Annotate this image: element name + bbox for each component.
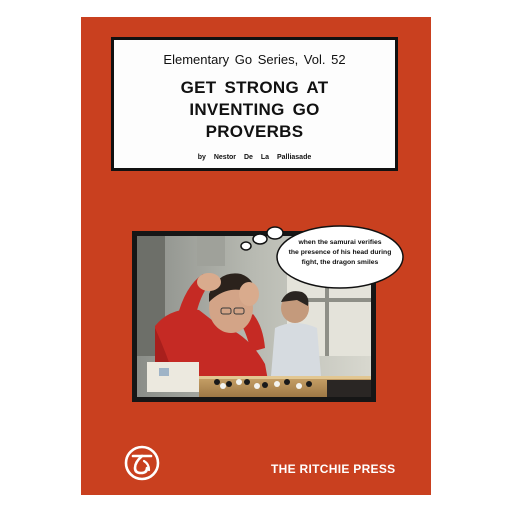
ritchie-press-logo-icon: [124, 445, 160, 481]
series-label: Elementary Go Series, Vol. 52: [163, 52, 346, 67]
speech-line-3: fight, the dragon smiles: [301, 259, 379, 266]
book-title: GET STRONG AT INVENTING GO PROVERBS: [114, 77, 395, 143]
title-line-2: INVENTING GO: [189, 100, 320, 119]
title-line-3: PROVERBS: [205, 122, 304, 141]
speech-line-2: the presence of his head during: [288, 249, 392, 256]
author-byline: by Nestor De La Palliasade: [197, 154, 312, 161]
title-panel: Elementary Go Series, Vol. 52 GET STRONG…: [111, 37, 398, 171]
speech-line-1: when the samurai verifies: [298, 239, 382, 246]
thought-bubble-text: when the samurai verifies the presence o…: [281, 238, 399, 268]
publisher-name: THE RITCHIE PRESS: [271, 462, 396, 476]
title-line-1: GET STRONG AT: [180, 78, 329, 97]
